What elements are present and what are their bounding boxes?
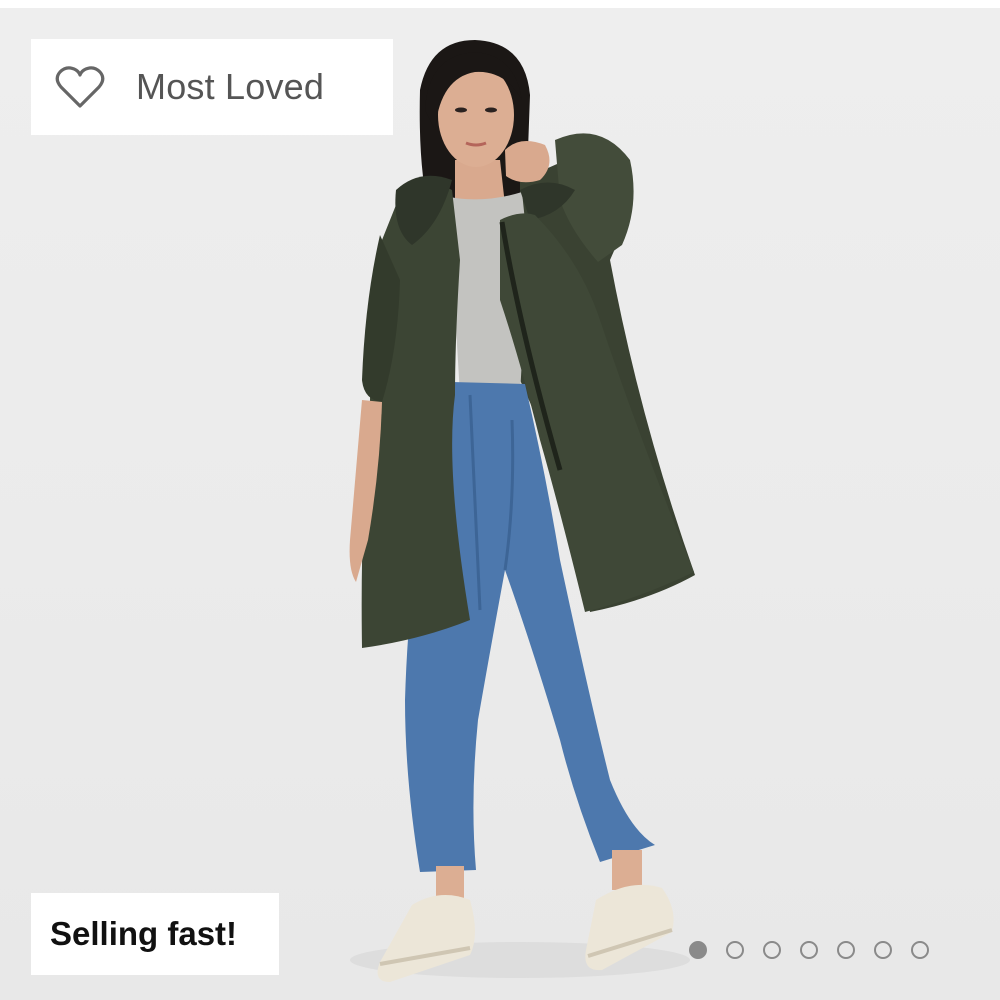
carousel-dot-4[interactable] xyxy=(800,941,818,959)
selling-fast-label: Selling fast! xyxy=(50,915,238,952)
carousel-dot-6[interactable] xyxy=(874,941,892,959)
most-loved-badge[interactable]: Most Loved xyxy=(31,39,393,135)
carousel-pagination xyxy=(689,937,929,963)
product-photo[interactable] xyxy=(0,0,1000,1000)
carousel-dot-2[interactable] xyxy=(726,941,744,959)
selling-fast-badge: Selling fast! xyxy=(31,893,279,975)
most-loved-label: Most Loved xyxy=(136,66,325,107)
carousel-dot-5[interactable] xyxy=(837,941,855,959)
carousel-dot-1[interactable] xyxy=(689,941,707,959)
carousel-dot-3[interactable] xyxy=(763,941,781,959)
product-gallery[interactable]: Most Loved Selling fast! xyxy=(0,0,1000,1000)
heart-outline-icon[interactable] xyxy=(55,65,105,109)
carousel-dot-7[interactable] xyxy=(911,941,929,959)
